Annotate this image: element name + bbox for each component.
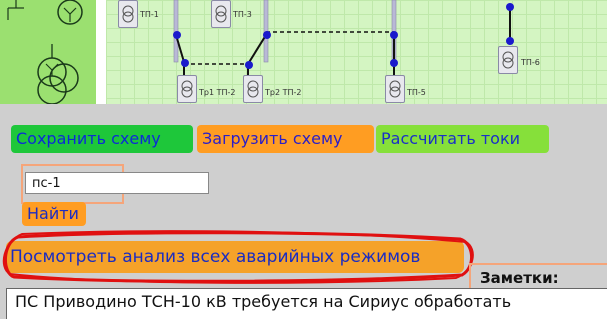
substation-panel (0, 0, 96, 104)
notes-text: ПС Приводино ТСН-10 кВ требуется на Сири… (15, 292, 512, 311)
transformer-icon (389, 80, 401, 98)
tp3-label: ТП-3 (233, 10, 252, 19)
tr1-tp2-label: Тр1 ТП-2 (199, 88, 236, 97)
tp1-label: ТП-1 (140, 10, 159, 19)
transformer-icon (502, 51, 514, 69)
load-scheme-button[interactable]: Загрузить схему (197, 125, 374, 153)
transformer-symbols (7, 0, 83, 104)
search-input[interactable] (25, 172, 209, 194)
view-emergency-analysis-button[interactable]: Посмотреть анализ всех аварийных режимов (6, 241, 464, 273)
notes-label: Заметки: (480, 269, 559, 287)
node-dot[interactable] (263, 31, 271, 39)
tp1-box[interactable] (118, 0, 138, 28)
tp3-box[interactable] (211, 0, 231, 28)
calculate-currents-button[interactable]: Рассчитать токи (376, 125, 549, 153)
tp6-box[interactable] (498, 46, 518, 74)
tp6-label: ТП-6 (521, 58, 540, 67)
node-dot[interactable] (181, 59, 189, 67)
tr2-tp2-box[interactable] (243, 75, 263, 103)
node-dot[interactable] (390, 59, 398, 67)
tr1-tp2-box[interactable] (177, 75, 197, 103)
node-dot[interactable] (506, 3, 514, 11)
node-dot[interactable] (245, 61, 253, 69)
tr2-tp2-label: Тр2 ТП-2 (265, 88, 302, 97)
notes-textarea[interactable]: ПС Приводино ТСН-10 кВ требуется на Сири… (6, 288, 607, 319)
find-button[interactable]: Найти (22, 202, 86, 226)
transformer-icon (122, 5, 134, 23)
node-dot[interactable] (506, 37, 514, 45)
node-dot[interactable] (173, 31, 181, 39)
save-scheme-button[interactable]: Сохранить схему (11, 125, 193, 153)
transformer-icon (215, 5, 227, 23)
tp5-box[interactable] (385, 75, 405, 103)
transformer-icon (181, 80, 193, 98)
tp5-label: ТП-5 (407, 88, 426, 97)
transformer-icon (247, 80, 259, 98)
node-dot[interactable] (390, 31, 398, 39)
